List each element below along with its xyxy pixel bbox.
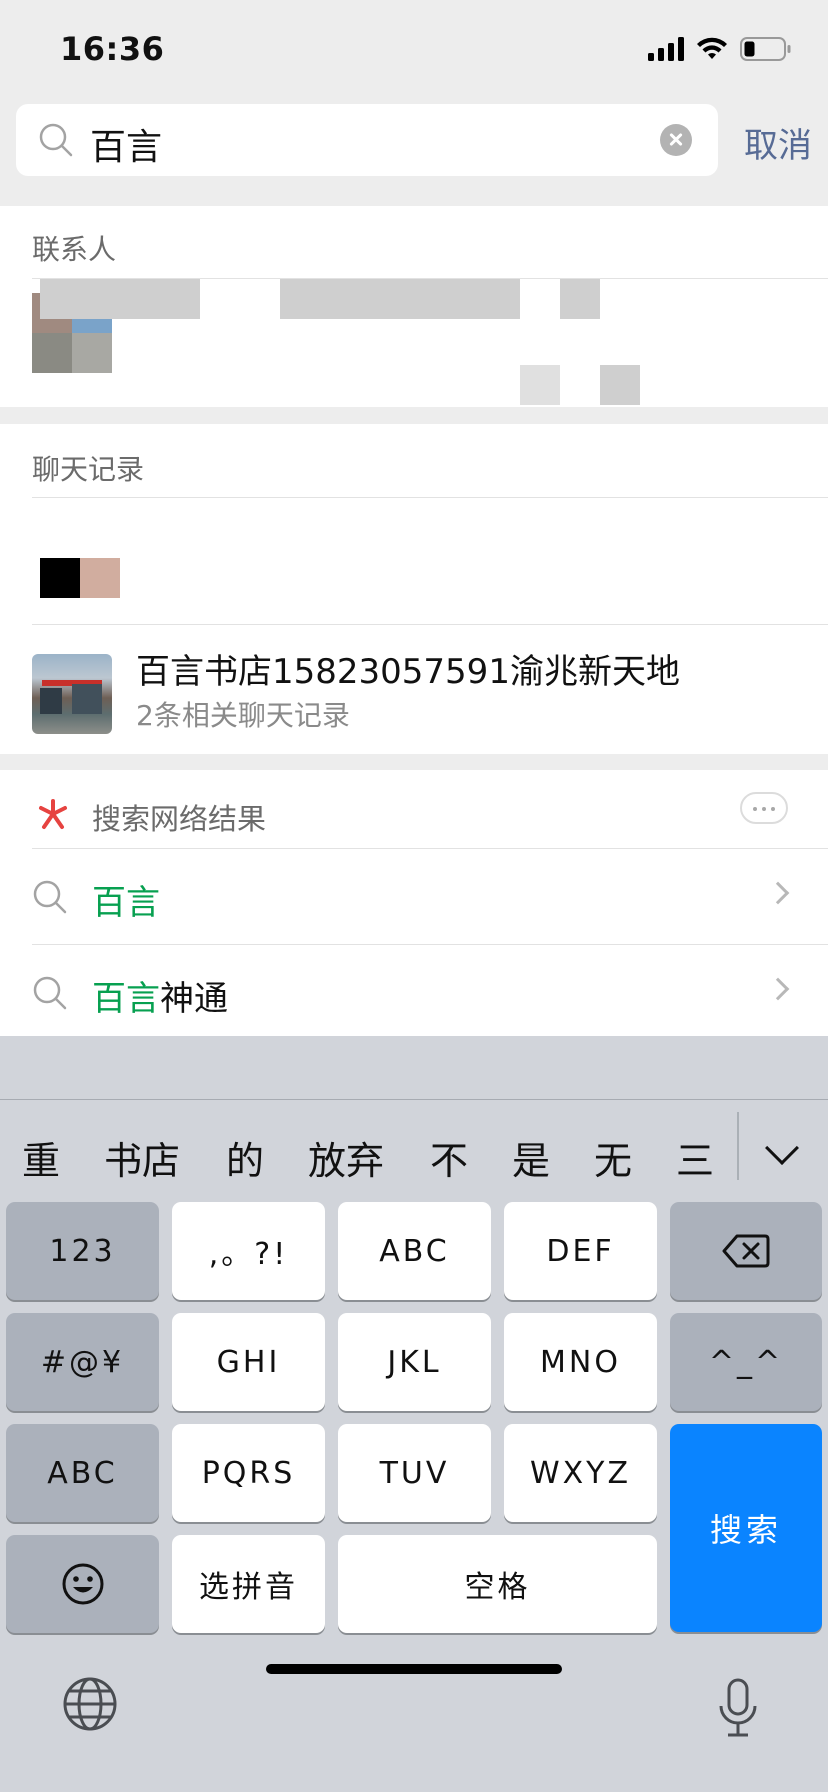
chat-result-row-redacted[interactable] [0,498,828,624]
chat-result-subtitle: 2条相关聊天记录 [136,699,350,732]
cellular-signal-icon [648,37,684,61]
key-abc-switch[interactable]: ABC [6,1424,159,1522]
search-icon [33,880,67,914]
status-indicators [648,36,792,62]
key-pqrs[interactable]: PQRS [172,1424,325,1522]
chat-avatar [40,558,120,598]
redacted-name-block [560,279,600,319]
key-123[interactable]: 123 [6,1202,159,1300]
key-ghi[interactable]: GHI [172,1313,325,1411]
search-network-logo-icon [39,799,67,829]
status-bar: 16:36 [0,0,828,100]
candidate-word[interactable]: 放弃 [308,1130,384,1185]
battery-icon [740,37,791,61]
search-input[interactable]: 百言 [16,104,718,176]
clear-search-icon[interactable] [660,124,692,156]
web-suggestion-text: 百言 [92,875,160,924]
key-def[interactable]: DEF [504,1202,657,1300]
web-suggestion-text: 百言神通 [92,971,228,1020]
candidate-word[interactable]: 重 [22,1130,60,1185]
candidate-bar: 重 书店 的 放弃 不 是 无 三 [0,1116,740,1186]
chat-section-title: 聊天记录 [32,453,145,486]
home-indicator[interactable] [266,1664,562,1674]
candidate-word[interactable]: 三 [676,1130,714,1185]
key-punctuation[interactable]: ,。?! [172,1202,325,1300]
redacted-name-block [40,279,200,319]
divider [32,624,828,625]
wifi-icon [697,37,727,59]
web-suggestion-row[interactable]: 百言 [0,849,828,945]
collapse-candidates-icon[interactable] [765,1131,799,1165]
search-query-text: 百言 [90,127,163,168]
search-icon [33,976,67,1010]
search-key[interactable]: 搜索 [670,1424,822,1632]
candidate-word[interactable]: 书店 [104,1130,180,1185]
suggestion-highlight: 百言 [92,883,160,923]
chat-result-title: 百言书店15823057591渝兆新天地 [136,652,680,692]
chevron-right-icon [766,881,790,905]
web-results-section: 搜索网络结果 百言 百言神通 [0,770,828,1036]
more-options-button[interactable] [740,792,788,824]
key-select-pinyin[interactable]: 选拼音 [172,1535,325,1633]
redacted-detail-block [600,365,640,405]
key-emoticon[interactable]: ^_^ [670,1313,822,1411]
space-key[interactable]: 空格 [338,1535,657,1633]
cancel-button[interactable]: 取消 [744,118,812,167]
globe-icon[interactable] [62,1676,118,1732]
search-icon [39,123,73,157]
emoji-key[interactable] [6,1535,159,1633]
search-row: 百言 取消 [0,100,828,206]
redacted-name-block [280,279,520,319]
backspace-key[interactable] [670,1202,822,1300]
keyboard: 重 书店 的 放弃 不 是 无 三 123 ,。?! ABC DEF #@¥ G… [0,1036,828,1792]
key-mno[interactable]: MNO [504,1313,657,1411]
microphone-icon[interactable] [716,1678,760,1740]
bookstore-avatar [32,654,112,734]
contacts-section-title: 联系人 [32,233,117,266]
keyboard-separator [0,1099,828,1100]
candidate-word[interactable]: 是 [512,1130,550,1185]
candidate-word[interactable]: 的 [226,1130,264,1185]
web-suggestion-row[interactable]: 百言神通 [0,945,828,1041]
redacted-detail-block [520,365,560,405]
chevron-right-icon [766,977,790,1001]
web-section-title: 搜索网络结果 [92,802,267,836]
key-wxyz[interactable]: WXYZ [504,1424,657,1522]
contact-row[interactable] [0,279,828,407]
candidate-divider [737,1112,739,1180]
suggestion-highlight: 百言 [92,979,160,1019]
key-tuv[interactable]: TUV [338,1424,491,1522]
backspace-icon [722,1234,770,1268]
key-symbols[interactable]: #@¥ [6,1313,159,1411]
contacts-section: 联系人 [0,206,828,407]
key-jkl[interactable]: JKL [338,1313,491,1411]
suggestion-rest: 神通 [160,979,228,1019]
key-abc[interactable]: ABC [338,1202,491,1300]
candidate-word[interactable]: 无 [594,1130,632,1185]
status-time: 16:36 [60,30,165,68]
emoji-icon [62,1563,103,1605]
candidate-word[interactable]: 不 [430,1130,468,1185]
chat-records-section: 聊天记录 百言书店15823057591渝兆新天地 2条相关聊天记录 [0,424,828,754]
